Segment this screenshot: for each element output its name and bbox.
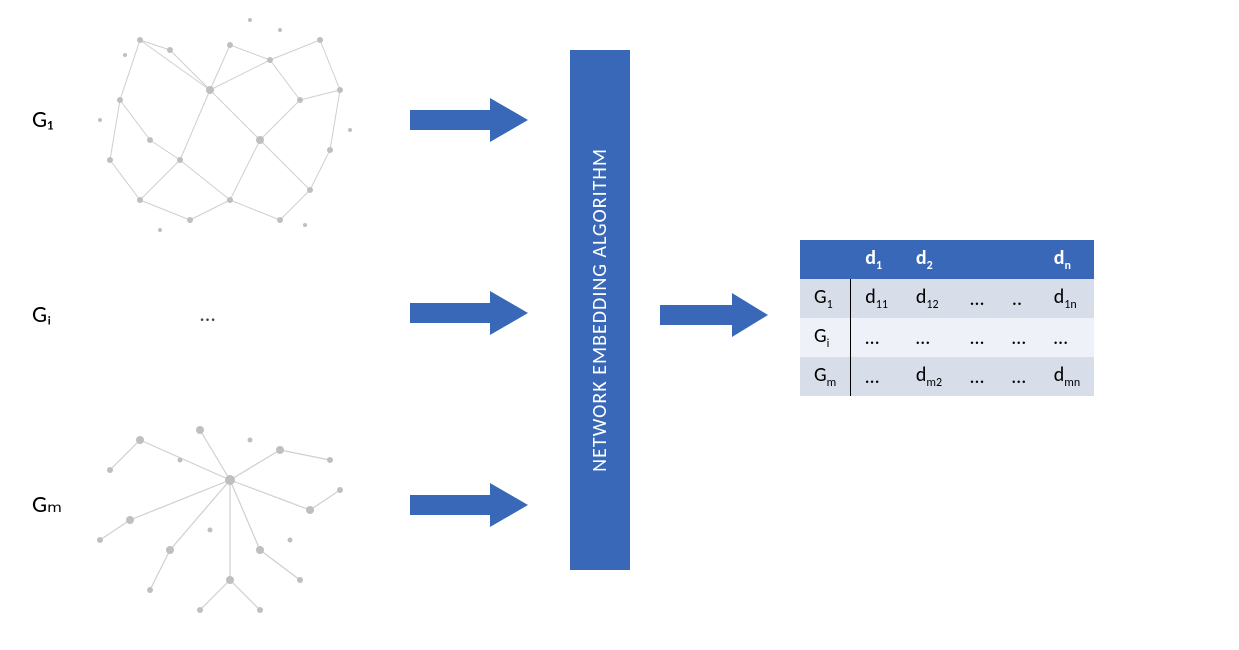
table-cell: Gi (800, 318, 851, 357)
table-cell: d12 (902, 279, 956, 318)
algorithm-label: NETWORK EMBEDDING ALGORITHM (588, 148, 612, 472)
diagram-stage: G₁ Gᵢ Gₘ (0, 0, 1239, 650)
label-gi: Gᵢ (32, 300, 51, 329)
table-cell: .. (998, 279, 1040, 318)
label-g1: G₁ (32, 105, 53, 134)
arrow-right-icon (410, 480, 530, 530)
table-cell: … (998, 357, 1040, 396)
placeholder-ellipsis: … (200, 300, 217, 327)
table-header-cell (956, 240, 998, 279)
table-header-cell: d2 (902, 240, 956, 279)
table-header-cell (998, 240, 1040, 279)
table-row: Gi … … … … … (800, 318, 1094, 357)
table-cell: … (956, 279, 998, 318)
arrow-right-icon (660, 290, 770, 340)
table-cell: d1n (1040, 279, 1094, 318)
table-header-cell: dn (1040, 240, 1094, 279)
table-header-cell (800, 240, 851, 279)
table-cell: … (902, 318, 956, 357)
embedding-table: d1 d2 dn G1 d11 d1 (800, 240, 1094, 396)
table-cell: … (956, 318, 998, 357)
table-row: Gm … dm2 … … dmn (800, 357, 1094, 396)
network-graph-icon (80, 400, 370, 630)
arrow-right-icon (410, 288, 530, 338)
algorithm-block: NETWORK EMBEDDING ALGORITHM (570, 50, 630, 570)
table-cell: … (851, 318, 902, 357)
table-row: G1 d11 d12 … .. d1n (800, 279, 1094, 318)
network-graph-icon (80, 0, 370, 250)
table-cell: d11 (851, 279, 902, 318)
table-cell: Gm (800, 357, 851, 396)
arrow-right-icon (410, 95, 530, 145)
table-cell: dmn (1040, 357, 1094, 396)
table-cell: … (1040, 318, 1094, 357)
label-gm: Gₘ (32, 490, 62, 519)
table-cell: G1 (800, 279, 851, 318)
network-graph-g1 (80, 0, 370, 250)
table-header-cell: d1 (851, 240, 902, 279)
table-cell: dm2 (902, 357, 956, 396)
table-header-row: d1 d2 dn (800, 240, 1094, 279)
table-cell: … (998, 318, 1040, 357)
table-cell: … (956, 357, 998, 396)
network-graph-gm (80, 400, 370, 630)
table-cell: … (851, 357, 902, 396)
